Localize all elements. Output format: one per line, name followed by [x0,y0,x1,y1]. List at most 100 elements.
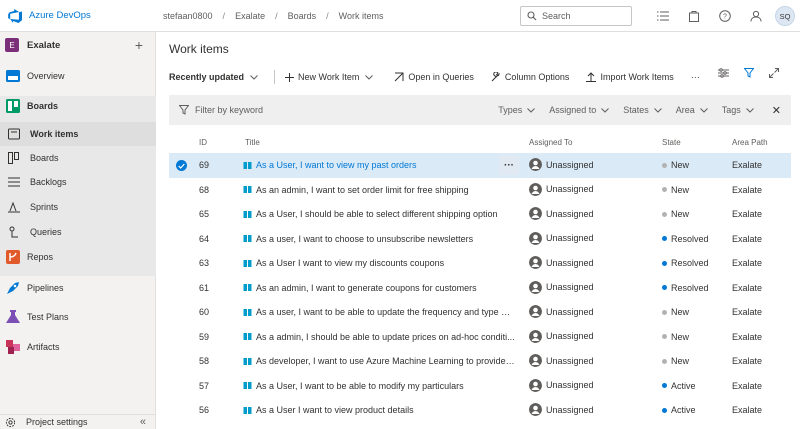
table-row[interactable]: 65 As a User, I should be able to select … [169,202,791,227]
breadcrumb-boards[interactable]: Boards [288,11,317,21]
cell-assigned[interactable]: Unassigned [529,182,649,196]
cell-area: Exalate [732,405,763,415]
sidebar-item-work-items[interactable]: Work items [0,122,156,146]
avatar[interactable]: SQ [775,6,795,26]
cell-title[interactable]: As a user, I want to be able to update t… [243,307,515,317]
sidebar-item-test-plans[interactable]: Test Plans [0,306,156,328]
table-row[interactable]: 60 As a user, I want to be able to update… [169,300,791,325]
breadcrumb-org[interactable]: stefaan0800 [163,11,213,21]
column-header-area[interactable]: Area Path [732,138,768,147]
filter-area[interactable]: Area [676,105,708,115]
table-row[interactable]: 57 As a User, I want to be able to modify… [169,374,791,399]
cell-area: Exalate [732,307,763,317]
view-options-icon[interactable] [718,68,729,80]
column-options-button[interactable]: Column Options [491,72,569,82]
table-row[interactable]: 64 As a user, I want to choose to unsubsc… [169,227,791,252]
cell-assigned[interactable]: Unassigned [529,256,649,269]
cell-assigned-text: Unassigned [546,404,594,415]
cell-id: 69 [199,160,210,170]
more-actions-button[interactable]: ··· [691,72,700,82]
row-more-actions-button[interactable]: ··· [499,155,519,175]
state-dot-icon [662,260,667,266]
sidebar-item-repos[interactable]: Repos [0,246,156,268]
close-icon[interactable]: ✕ [772,104,781,117]
cell-assigned[interactable]: Unassigned [529,354,649,367]
filter-assigned-to[interactable]: Assigned to [549,105,610,115]
settings-list-icon[interactable] [655,8,671,24]
breadcrumb-project[interactable]: Exalate [235,11,265,21]
sidebar-item-overview[interactable]: Overview [0,65,156,87]
expand-icon[interactable] [769,68,779,80]
sidebar-item-boards[interactable]: Boards [0,95,156,117]
cell-assigned[interactable]: Unassigned [529,403,649,416]
import-work-items-button[interactable]: Import Work Items [586,72,674,82]
column-header-title[interactable]: Title [245,138,260,147]
cell-title[interactable]: As a User I want to view my discounts co… [243,258,515,268]
table-row[interactable]: 63 As a User I want to view my discounts … [169,251,791,276]
cell-assigned[interactable]: Unassigned [529,207,649,220]
sidebar-item-queries[interactable]: Queries [0,221,156,243]
cell-assigned-text: Unassigned [546,159,594,170]
table-row[interactable]: 59 As a admin, I should be able to update… [169,325,791,350]
state-dot-icon [662,334,667,339]
table-row[interactable]: 61 As an admin, I want to generate coupon… [169,276,791,301]
table-row[interactable]: 68 As an admin, I want to set order limit… [169,178,791,203]
cell-title[interactable]: As developer, I want to use Azure Machin… [243,356,515,366]
marketplace-bag-icon[interactable] [686,8,702,24]
sidebar-item-label: Work items [30,129,79,139]
unassigned-user-icon [529,256,542,269]
brand[interactable]: Azure DevOps [0,0,156,32]
filter-types[interactable]: Types [498,105,536,115]
collapse-sidebar-icon[interactable]: « [140,416,146,428]
sidebar-item-pipelines[interactable]: Pipelines [0,277,156,299]
cell-assigned[interactable]: Unassigned [529,305,649,318]
sidebar-item-artifacts[interactable]: Artifacts [0,336,156,358]
row-selected-check-icon[interactable] [176,160,187,171]
main-content: Work items Recently updated New Work Ite… [157,32,800,429]
user-settings-icon[interactable] [748,8,764,24]
new-work-item-button[interactable]: New Work Item [285,72,377,82]
column-header-state[interactable]: State [662,138,681,147]
cell-title[interactable]: As an admin, I want to generate coupons … [243,283,515,293]
cell-assigned[interactable]: Unassigned [529,231,649,245]
view-selector[interactable]: Recently updated [169,72,262,82]
cell-title-text: As developer, I want to use Azure Machin… [256,356,515,366]
project-header[interactable]: E Exalate + [0,32,155,58]
cell-title[interactable]: As a User I want to view product details [243,405,515,415]
table-row[interactable]: 58 As developer, I want to use Azure Mach… [169,349,791,374]
filter-area-label: Area [675,105,695,115]
cell-title[interactable]: As a User, I should be able to select di… [243,209,515,219]
sidebar-item-label: Sprints [30,202,59,212]
breadcrumb-work-items[interactable]: Work items [339,11,384,21]
cell-assigned[interactable]: Unassigned [529,158,649,171]
cell-assigned[interactable]: Unassigned [529,378,649,392]
open-in-queries-button[interactable]: Open in Queries [394,72,474,82]
cell-title[interactable]: As an admin, I want to set order limit f… [243,185,515,195]
filter-tags[interactable]: Tags [722,105,754,115]
table-row[interactable]: 69 As a User, I want to view my past orde… [169,153,791,178]
cell-area: Exalate [732,209,763,219]
column-header-assigned[interactable]: Assigned To [529,138,572,147]
sidebar-item-sprints[interactable]: Sprints [0,196,156,218]
user-story-book-icon [243,161,252,169]
cell-title[interactable]: As a admin, I should be able to update p… [243,332,515,342]
cell-title[interactable]: As a User, I want to be able to modify m… [243,381,515,391]
sidebar-item-boards-sub[interactable]: Boards [0,147,156,169]
cell-title[interactable]: As a user, I want to choose to unsubscri… [243,234,515,244]
table-row[interactable]: 56 As a User I want to view product detai… [169,398,791,423]
cell-title[interactable]: As a User, I want to view my past orders [243,160,515,170]
state-dot-icon [662,236,667,241]
search-input[interactable]: Search [520,6,632,26]
sidebar-item-backlogs[interactable]: Backlogs [0,171,156,193]
sprints-icon [8,201,20,213]
cell-assigned[interactable]: Unassigned [529,280,649,294]
filter-keyword-input[interactable]: Filter by keyword [179,105,498,115]
add-icon[interactable]: + [129,37,149,53]
cell-assigned[interactable]: Unassigned [529,329,649,343]
cell-assigned-text: Unassigned [546,306,594,317]
filter-states[interactable]: States [623,105,662,115]
project-settings[interactable]: Project settings « [0,414,156,429]
column-header-id[interactable]: ID [199,138,207,147]
help-icon[interactable]: ? [717,8,733,24]
filter-icon[interactable] [743,68,755,80]
